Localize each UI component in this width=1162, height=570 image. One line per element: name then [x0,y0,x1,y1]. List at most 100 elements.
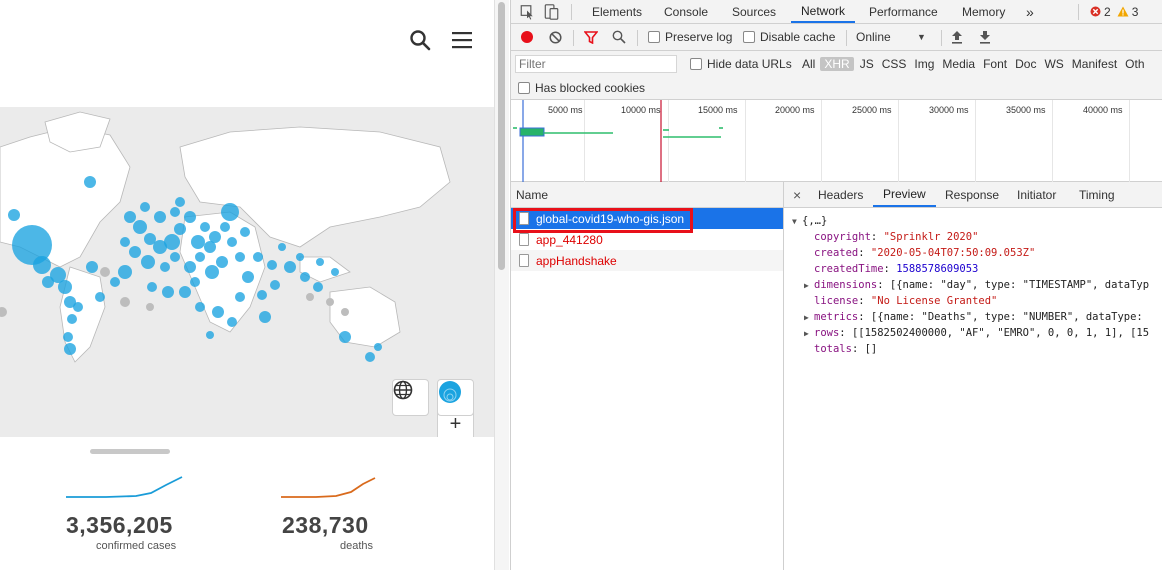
case-bubble[interactable] [227,317,237,327]
filter-type-doc[interactable]: Doc [1011,57,1040,71]
case-bubble[interactable] [118,265,132,279]
case-bubble[interactable] [296,253,304,261]
case-bubble[interactable] [162,286,174,298]
json-prop-metrics[interactable]: ▶ metrics: [{name: "Deaths", type: "NUMBE… [792,309,1162,325]
case-bubble[interactable] [220,222,230,232]
blocked-cookies-checkbox[interactable] [518,82,530,94]
case-bubble[interactable] [278,243,286,251]
search-button[interactable] [612,24,626,50]
case-bubble-gray[interactable] [326,298,334,306]
bubble-layer-button[interactable] [437,379,474,416]
expand-triangle-icon[interactable]: ▶ [804,326,814,341]
case-bubble[interactable] [242,271,254,283]
more-tabs-button[interactable]: » [1026,0,1034,23]
case-bubble[interactable] [129,246,141,258]
import-har-button[interactable] [951,24,963,50]
throttling-select[interactable]: Online ▼ [856,24,936,50]
filter-type-img[interactable]: Img [910,57,938,71]
case-bubble[interactable] [267,260,277,270]
case-bubble[interactable] [227,237,237,247]
case-bubble[interactable] [257,290,267,300]
tab-memory[interactable]: Memory [962,0,1005,23]
blocked-cookies-option[interactable]: Has blocked cookies [518,77,645,99]
case-bubble[interactable] [160,262,170,272]
case-bubble[interactable] [170,207,180,217]
case-bubble-gray[interactable] [120,297,130,307]
request-list-header[interactable]: Name [511,182,783,208]
case-bubble-gray[interactable] [0,307,7,317]
disable-cache-option[interactable]: Disable cache [743,24,835,50]
case-bubble-gray[interactable] [341,308,349,316]
json-prop-rows[interactable]: ▶ rows: [[1582502400000, "AF", "EMRO", 0,… [792,325,1162,341]
case-bubble[interactable] [300,272,310,282]
preserve-log-checkbox[interactable] [648,31,660,43]
detail-tab-preview[interactable]: Preview [873,182,936,207]
case-bubble[interactable] [313,282,323,292]
case-bubble[interactable] [67,314,77,324]
filter-type-other[interactable]: Oth [1121,57,1148,71]
close-icon[interactable]: × [793,182,801,207]
tab-sources[interactable]: Sources [732,0,776,23]
case-bubble[interactable] [175,197,185,207]
search-icon[interactable] [408,28,432,52]
case-bubble[interactable] [259,311,271,323]
case-bubble[interactable] [339,331,351,343]
case-bubble[interactable] [124,211,136,223]
case-bubble[interactable] [204,241,216,253]
case-bubble-gray[interactable] [146,303,154,311]
json-prop-dimensions[interactable]: ▶ dimensions: [{name: "day", type: "TIMES… [792,277,1162,293]
tab-console[interactable]: Console [664,0,708,23]
case-bubble[interactable] [42,276,54,288]
detail-tab-timing[interactable]: Timing [1079,182,1115,207]
hide-data-urls-option[interactable]: Hide data URLs [690,51,792,77]
filter-type-manifest[interactable]: Manifest [1068,57,1121,71]
page-scrollbar-thumb[interactable] [498,2,505,270]
case-bubble[interactable] [184,211,196,223]
case-bubble[interactable] [170,252,180,262]
case-bubble[interactable] [73,302,83,312]
case-bubble[interactable] [235,292,245,302]
filter-toggle-button[interactable] [584,24,598,50]
case-bubble[interactable] [95,292,105,302]
export-har-button[interactable] [979,24,991,50]
case-bubble[interactable] [190,277,200,287]
case-bubble[interactable] [191,235,205,249]
case-bubble[interactable] [374,343,382,351]
filter-type-media[interactable]: Media [938,57,979,71]
expand-triangle-icon[interactable]: ▶ [804,278,814,293]
case-bubble[interactable] [86,261,98,273]
request-row-app-handshake[interactable]: appHandshake [511,250,783,271]
record-button[interactable] [521,24,533,50]
case-bubble[interactable] [141,255,155,269]
error-counter[interactable]: 2 3 [1090,0,1138,23]
case-bubble[interactable] [140,202,150,212]
case-bubble[interactable] [240,227,250,237]
case-bubble[interactable] [58,280,72,294]
case-bubble[interactable] [365,352,375,362]
case-bubble[interactable] [133,220,147,234]
case-bubble[interactable] [284,261,296,273]
case-bubble-gray[interactable] [306,293,314,301]
clear-button[interactable] [549,24,562,50]
case-bubble[interactable] [221,203,239,221]
expand-triangle-icon[interactable]: ▶ [804,310,814,325]
filter-type-font[interactable]: Font [979,57,1011,71]
case-bubble[interactable] [164,234,180,250]
case-bubble[interactable] [331,268,339,276]
case-bubble[interactable] [110,277,120,287]
case-bubble[interactable] [179,286,191,298]
filter-type-all[interactable]: All [798,57,819,71]
tab-network[interactable]: Network [791,0,856,23]
hide-data-urls-checkbox[interactable] [690,58,702,70]
case-bubble[interactable] [206,331,214,339]
filter-type-js[interactable]: JS [856,57,878,71]
case-bubble[interactable] [270,280,280,290]
drawer-handle[interactable] [90,449,170,454]
case-bubble[interactable] [147,282,157,292]
filter-type-css[interactable]: CSS [878,57,911,71]
device-toolbar-icon[interactable] [544,0,560,23]
filter-type-xhr[interactable]: XHR [820,57,854,71]
case-bubble[interactable] [64,343,76,355]
json-preview[interactable]: ▼ {,…} copyright: "Sprinklr 2020" created… [784,208,1162,357]
detail-tab-headers[interactable]: Headers [818,182,863,207]
